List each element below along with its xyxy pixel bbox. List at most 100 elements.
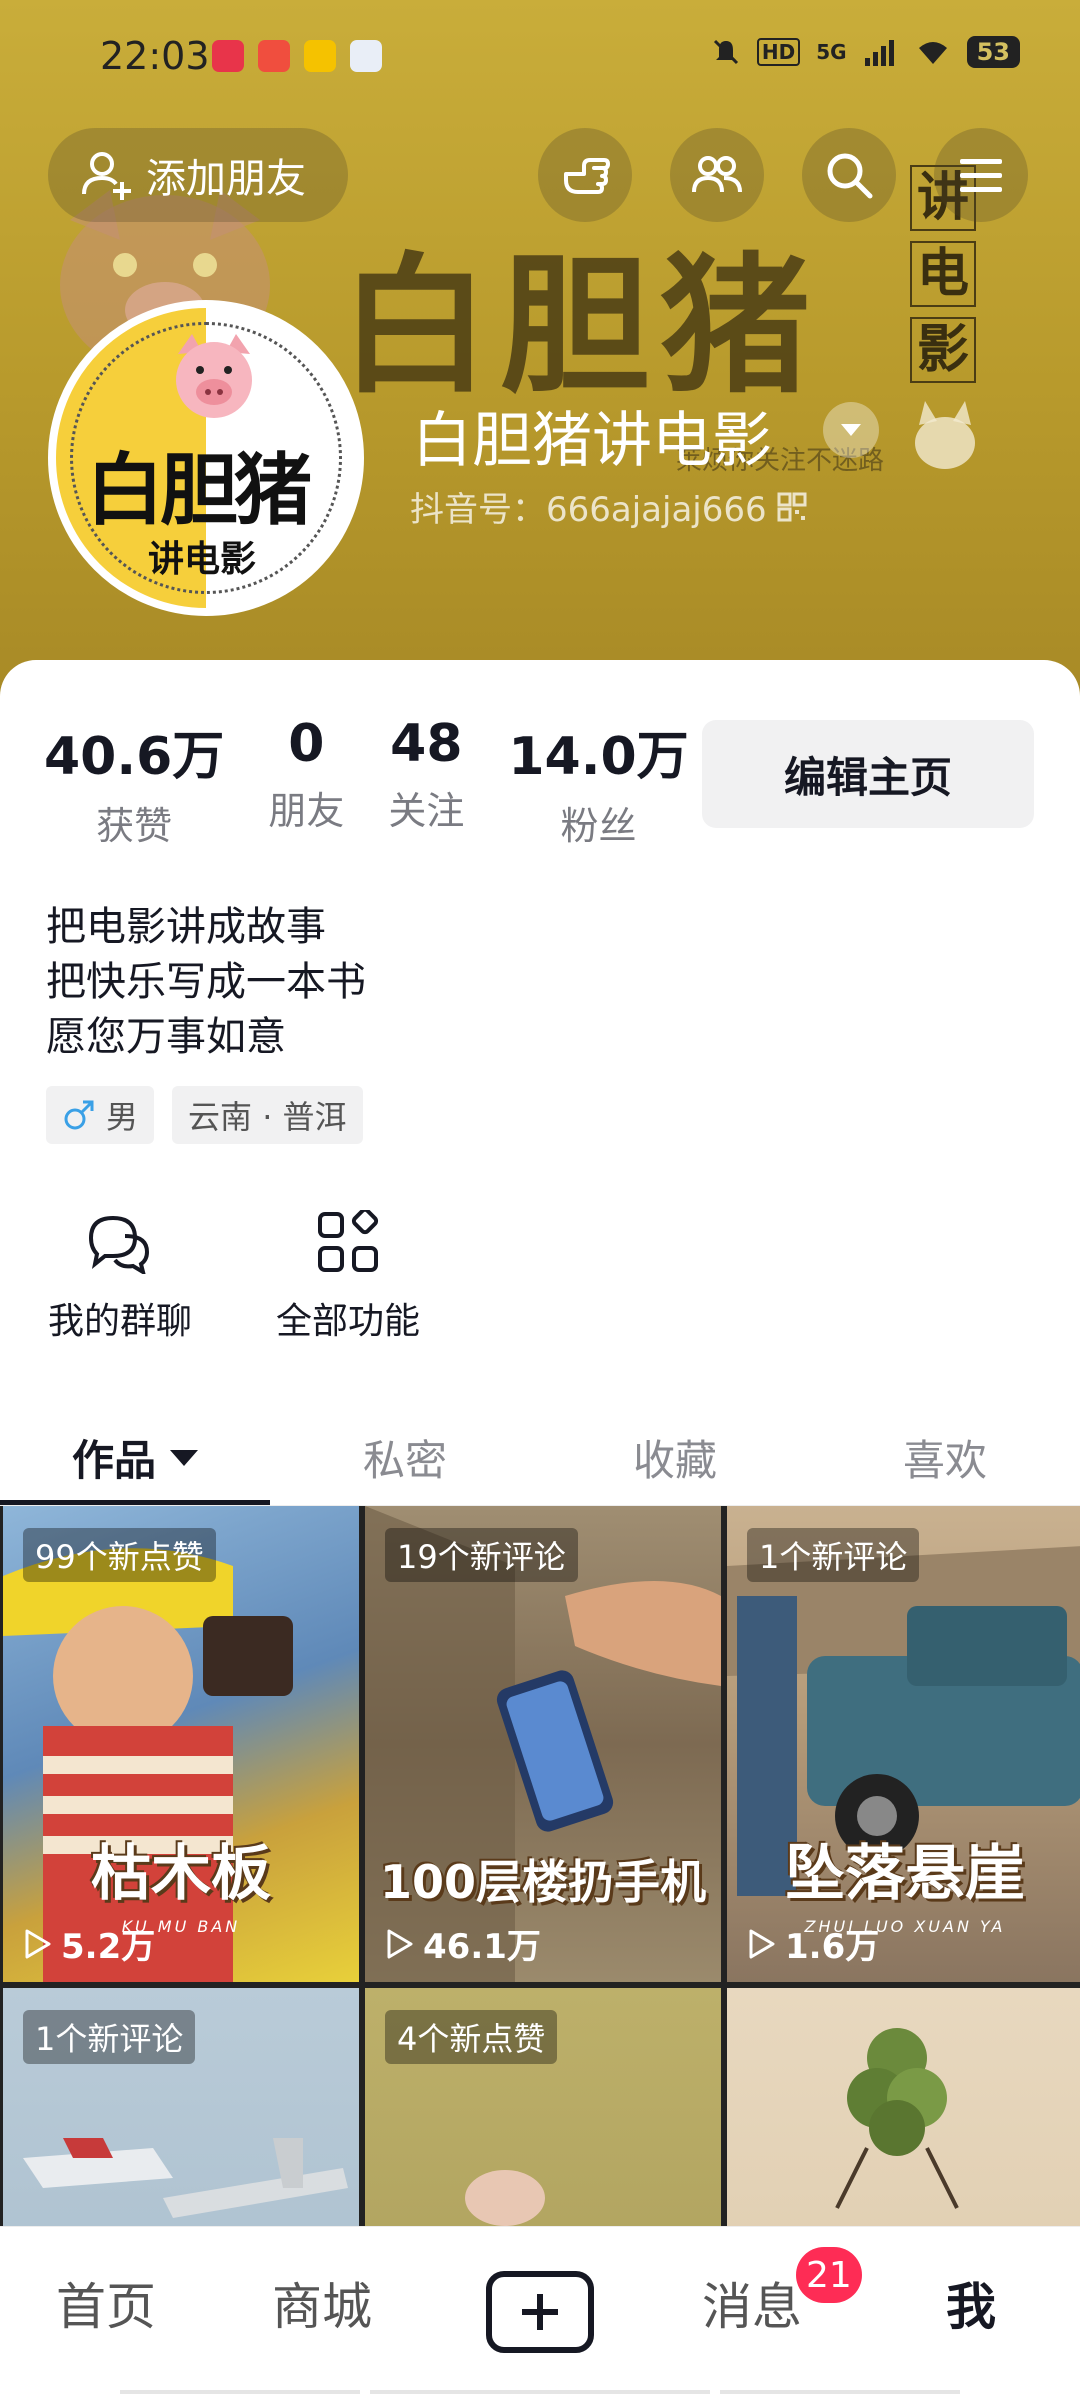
chat-bubbles-icon [88,1215,150,1274]
stat-label: 获赞 [96,804,173,848]
tab-likes[interactable]: 喜欢 [810,1410,1080,1505]
group-chat-label: 我的群聊 [48,1301,193,1342]
bio-line: 把快乐写成一本书 [46,959,366,1005]
tab-label: 收藏 [632,1436,717,1485]
video-caption: 坠落悬崖 [785,1839,1025,1909]
new-activity-badge: 4个新点赞 [385,2010,558,2064]
add-friend-label: 添加朋友 [146,156,306,202]
bottom-nav: 首页 商城 消息 21 我 [0,2226,1080,2400]
play-icon [387,1929,413,1958]
status-bar: 22:03 HD 5G 53 [0,0,1080,110]
battery-indicator: 53 [966,36,1020,68]
app-notification-icon [304,40,336,72]
create-button[interactable] [486,2271,594,2353]
status-time: 22:03 [100,34,210,78]
friends-button[interactable] [670,128,764,222]
video-caption: 100层楼扔手机 [379,1855,707,1909]
pointing-hand-icon [564,158,610,194]
new-activity-badge: 1个新评论 [747,1528,920,1582]
stat-number: 40.6万 [44,727,225,787]
account-id[interactable]: 抖音号：666ajajaj666 [410,482,807,531]
stat-label: 粉丝 [560,804,637,848]
video-thumbnail[interactable]: 1个新评论 坠落悬崖 ZHUI LUO XUAN YA 1.6万 [727,1506,1080,1982]
all-features-entry[interactable]: 全部功能 [276,1210,420,1344]
chevron-down-icon [841,424,861,436]
nav-mall[interactable]: 商城 [272,2267,372,2339]
nav-messages[interactable]: 消息 [702,2267,802,2339]
menu-button[interactable] [934,128,1028,222]
banner-title: 白胆猪 [340,240,821,414]
avatar[interactable]: 白胆猪 讲电影 [48,300,364,616]
tab-label: 作品 [71,1436,156,1485]
stat-following[interactable]: 48 关注 [388,714,464,850]
tab-private[interactable]: 私密 [270,1410,540,1505]
play-count: 1.6万 [745,1919,879,1968]
account-id-text: 抖音号：666ajajaj666 [410,490,767,530]
wifi-icon [918,42,947,64]
content-tabs: 作品 私密 收藏 喜欢 [0,1410,1080,1506]
caret-down-icon [170,1449,198,1466]
play-icon [25,1929,51,1958]
all-features-label: 全部功能 [276,1301,421,1342]
profile-bio: 把电影讲成故事 把快乐写成一本书 愿您万事如意 [46,900,366,1065]
message-count-badge: 21 [796,2247,862,2303]
video-thumbnail[interactable]: 99个新点赞 枯木板 KU MU BAN 5.2万 [3,1506,359,1982]
mute-bell-icon [713,39,738,65]
bio-line: 愿您万事如意 [46,1014,286,1060]
account-switch-button[interactable] [823,402,879,458]
stat-likes[interactable]: 40.6万 获赞 [44,714,224,850]
hd-badge: HD [756,38,801,66]
male-symbol-icon [64,1100,94,1130]
new-activity-badge: 1个新评论 [23,2010,196,2064]
app-notification-icon [258,40,290,72]
play-count-value: 1.6万 [785,1927,880,1967]
profile-card: 40.6万 获赞 0 朋友 48 关注 14.0万 粉丝 编辑主页 把电影讲成故… [0,660,1080,2400]
tab-works[interactable]: 作品 [0,1410,270,1505]
gender-label: 男 [106,1098,139,1136]
add-user-icon [82,152,131,200]
gender-tag: 男 [46,1086,155,1144]
group-users-icon [692,156,742,193]
group-chat-entry[interactable]: 我的群聊 [48,1210,192,1344]
plus-icon [522,2294,558,2330]
status-indicators: HD 5G 53 [711,36,1020,68]
new-activity-badge: 19个新评论 [385,1528,578,1582]
nav-home[interactable]: 首页 [56,2267,156,2339]
stat-number: 14.0万 [508,727,689,787]
profile-stats: 40.6万 获赞 0 朋友 48 关注 14.0万 粉丝 [44,714,733,850]
video-caption: 枯木板 [91,1839,271,1909]
banner-side-char: 电 [910,241,976,307]
network-label: 5G [816,40,847,64]
tab-favorites[interactable]: 收藏 [540,1410,810,1505]
profile-name: 白胆猪讲电影 [412,406,772,476]
bio-line: 把电影讲成故事 [46,904,326,950]
qr-code-icon [777,492,807,521]
search-icon [827,153,873,199]
stat-number: 48 [390,714,463,774]
tab-label: 喜欢 [902,1436,987,1485]
stat-label: 关注 [388,789,465,833]
stat-label: 朋友 [268,789,345,833]
search-button[interactable] [802,128,896,222]
play-count-value: 5.2万 [61,1927,156,1967]
location-label: 云南 · 普洱 [188,1098,347,1136]
add-friend-button[interactable]: 添加朋友 [48,128,348,222]
new-activity-badge: 99个新点赞 [23,1528,216,1582]
touch-gesture-button[interactable] [538,128,632,222]
play-icon [749,1929,775,1958]
avatar-title: 白胆猪 [86,446,312,536]
video-thumbnail[interactable]: 19个新评论 100层楼扔手机 46.1万 [365,1506,721,1982]
profile-tags: 男 云南 · 普洱 [46,1086,363,1144]
grid-apps-icon [318,1210,379,1272]
banner-side-char: 影 [910,317,976,383]
pig-face-icon [176,334,252,418]
avatar-subtitle: 讲电影 [148,539,257,580]
nav-me[interactable]: 我 [946,2267,996,2339]
home-indicator [120,2390,960,2394]
stat-number: 0 [288,714,325,774]
play-count-value: 46.1万 [423,1927,541,1967]
status-app-icons [212,40,382,72]
stat-friends[interactable]: 0 朋友 [268,714,344,850]
edit-profile-button[interactable]: 编辑主页 [702,720,1034,828]
stat-followers[interactable]: 14.0万 粉丝 [508,714,688,850]
